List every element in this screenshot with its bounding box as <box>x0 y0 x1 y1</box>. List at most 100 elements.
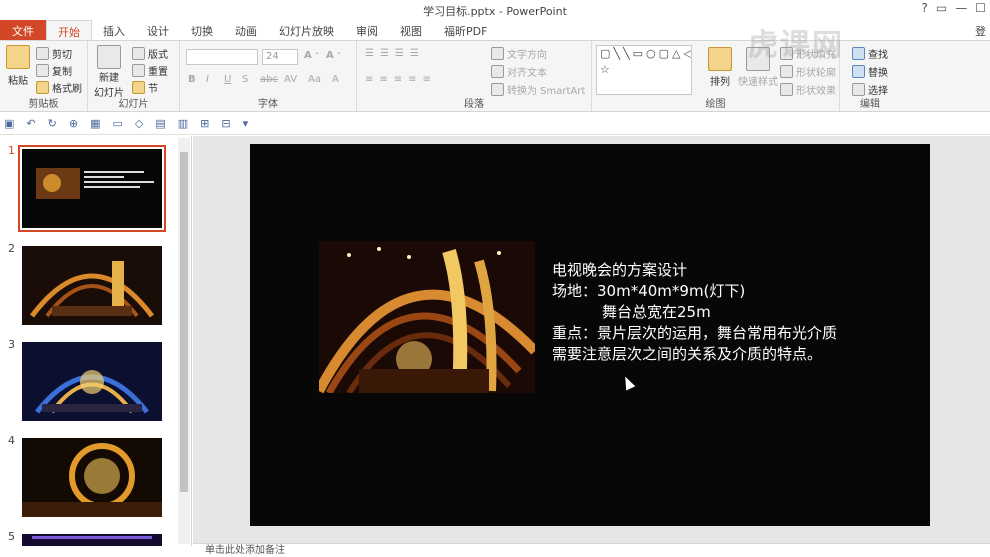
font-size-input[interactable]: 24 <box>262 49 298 65</box>
tab-design[interactable]: 设计 <box>136 20 180 40</box>
window-title: 学习目标.pptx - PowerPoint <box>423 5 567 18</box>
slide-number: 4 <box>8 434 15 447</box>
textbox-icon[interactable]: ▭ <box>112 117 122 130</box>
stage-image-2 <box>22 246 162 325</box>
tab-slideshow[interactable]: 幻灯片放映 <box>268 20 345 40</box>
slide-thumbnail-4[interactable] <box>22 438 162 517</box>
paragraph-label: 段落 <box>464 99 484 110</box>
find-button[interactable]: 查找 <box>852 46 888 61</box>
cut-button[interactable]: 剪切 <box>36 46 72 61</box>
restore-icon[interactable]: ▭ <box>936 1 947 15</box>
copy-button[interactable]: 复制 <box>36 63 72 78</box>
bold-button[interactable]: B <box>188 74 196 85</box>
help-icon[interactable]: ? <box>922 1 928 15</box>
font-label: 字体 <box>258 99 278 110</box>
sign-in-link[interactable]: 登 <box>975 23 986 39</box>
customize-qat-icon[interactable]: ▾ <box>243 117 249 130</box>
tab-foxit-pdf[interactable]: 福昕PDF <box>433 20 498 40</box>
arrange-button[interactable]: 排列 <box>708 47 732 88</box>
shrink-font-button[interactable]: Aˇ <box>326 50 341 61</box>
slide-1-preview <box>22 149 162 228</box>
strikethrough-button[interactable]: abc <box>260 74 278 85</box>
undo-icon[interactable]: ↶ <box>26 117 35 130</box>
redo-icon[interactable]: ↻ <box>48 117 57 130</box>
text-direction-button[interactable]: 文字方向 <box>491 46 547 61</box>
replace-button[interactable]: 替换 <box>852 64 888 79</box>
align-text-button[interactable]: 对齐文本 <box>491 64 547 79</box>
scrollbar-thumb[interactable] <box>180 152 188 492</box>
thumbnails-scrollbar[interactable] <box>178 138 190 544</box>
font-group: 24 Aˆ Aˇ B I U S abc AV Aa A 字体 <box>180 41 357 111</box>
grow-font-button[interactable]: Aˆ <box>304 50 319 61</box>
drawing-group: ▢╲╲▭○▢△◁⌐⌐⇩◇▸∿⌢{}☆ 排列 快速样式 形状填充 形状轮廓 形状效… <box>592 41 840 111</box>
arrange-icon <box>708 47 732 71</box>
outline-icon <box>780 65 793 78</box>
replace-icon <box>852 65 865 78</box>
tab-insert[interactable]: 插入 <box>92 20 136 40</box>
slide-line: 需要注意层次之间的关系及介质的特点。 <box>552 345 823 363</box>
stage-image-5 <box>22 534 162 546</box>
shapes-gallery[interactable]: ▢╲╲▭○▢△◁⌐⌐⇩◇▸∿⌢{}☆ <box>596 45 692 95</box>
slide-thumbnail-3[interactable] <box>22 342 162 421</box>
stage-photo[interactable] <box>319 241 535 393</box>
format-painter-button[interactable]: 格式刷 <box>36 80 82 95</box>
stage-image-3 <box>22 342 162 421</box>
slideshow-icon[interactable]: ▦ <box>90 117 100 130</box>
tab-file[interactable]: 文件 <box>0 20 46 40</box>
slide-thumbnail-1[interactable] <box>18 145 166 232</box>
slide-number: 5 <box>8 530 15 543</box>
slides-group: 新建 幻灯片 版式 重置 节 幻灯片 <box>88 41 180 111</box>
slide-thumbnail-2[interactable] <box>22 246 162 325</box>
layout-button[interactable]: 版式 <box>132 46 168 61</box>
section-button[interactable]: 节 <box>132 80 158 95</box>
tab-animations[interactable]: 动画 <box>224 20 268 40</box>
slide-thumbnail-5[interactable] <box>22 534 162 546</box>
underline-button[interactable]: U <box>224 74 231 85</box>
shape-outline-button[interactable]: 形状轮廓 <box>780 64 836 79</box>
maximize-icon[interactable]: ☐ <box>975 1 986 15</box>
new-slide-icon <box>97 45 121 69</box>
format-icon[interactable]: ▥ <box>178 117 188 130</box>
tab-review[interactable]: 审阅 <box>345 20 389 40</box>
group-icon[interactable]: ⊟ <box>221 117 230 130</box>
slide-line: 舞台总宽在25m <box>602 303 711 321</box>
save-icon[interactable]: ▣ <box>4 117 14 130</box>
ribbon: 粘贴 剪切 复制 格式刷 剪贴板 新建 幻灯片 版式 重置 节 幻灯片 24 A… <box>0 40 990 112</box>
quick-styles-icon <box>746 47 770 71</box>
tab-view[interactable]: 视图 <box>389 20 433 40</box>
slide-line: 场地：30m*40m*9m(灯下) <box>552 282 746 300</box>
search-icon <box>852 47 865 60</box>
section-icon <box>132 81 145 94</box>
paragraph-group: ☰☰☰☰ ≡≡≡≡≡ 文字方向 对齐文本 转换为 SmartArt 段落 <box>357 41 592 111</box>
shapes-icon[interactable]: ◇ <box>135 117 143 130</box>
paste-button[interactable]: 粘贴 <box>6 45 30 87</box>
arrange-qat-icon[interactable]: ▤ <box>155 117 165 130</box>
slide-canvas[interactable]: 电视晚会的方案设计 场地：30m*40m*9m(灯下) 舞台总宽在25m 重点：… <box>250 144 930 526</box>
spacing-button[interactable]: AV <box>284 74 297 85</box>
font-color-button[interactable]: A <box>332 74 339 85</box>
slide-line: 电视晚会的方案设计 <box>552 261 688 279</box>
paste-icon <box>6 45 30 69</box>
scissors-icon <box>36 47 49 60</box>
change-case-button[interactable]: Aa <box>308 74 321 85</box>
italic-button[interactable]: I <box>206 74 209 85</box>
present-icon[interactable]: ⊕ <box>69 117 78 130</box>
slide-canvas-area: 电视晚会的方案设计 场地：30m*40m*9m(灯下) 舞台总宽在25m 重点：… <box>193 136 990 546</box>
shape-fill-button[interactable]: 形状填充 <box>780 46 836 61</box>
align-icon[interactable]: ⊞ <box>200 117 209 130</box>
layout-icon <box>132 47 145 60</box>
tab-transitions[interactable]: 切换 <box>180 20 224 40</box>
reset-button[interactable]: 重置 <box>132 63 168 78</box>
notes-pane[interactable]: 单击此处添加备注 <box>193 543 990 557</box>
minimize-icon[interactable]: — <box>955 1 967 15</box>
tab-home[interactable]: 开始 <box>46 20 92 40</box>
fill-icon <box>780 47 793 60</box>
font-name-input[interactable] <box>186 49 258 65</box>
shadow-button[interactable]: S <box>242 74 248 85</box>
list-buttons[interactable]: ☰☰☰☰ <box>365 48 425 59</box>
quick-styles-button[interactable]: 快速样式 <box>738 47 778 88</box>
slide-number: 3 <box>8 338 15 351</box>
slide-text-box[interactable]: 电视晚会的方案设计 场地：30m*40m*9m(灯下) 舞台总宽在25m 重点：… <box>552 260 837 365</box>
align-buttons[interactable]: ≡≡≡≡≡ <box>365 74 437 85</box>
new-slide-button[interactable]: 新建 幻灯片 <box>94 45 124 99</box>
